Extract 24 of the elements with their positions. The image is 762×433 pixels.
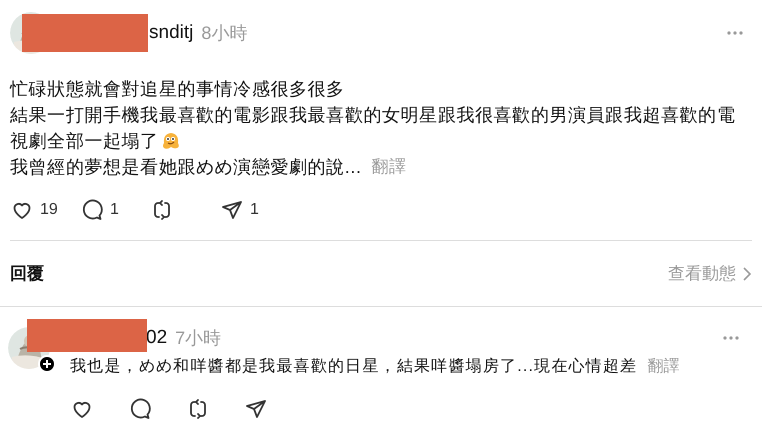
username[interactable]: 02 xyxy=(146,324,168,352)
chevron-right-icon xyxy=(742,266,752,280)
view-activity-link[interactable]: 查看動態 xyxy=(668,260,752,286)
action-count: 1 xyxy=(110,200,119,220)
reply-time: 7小時 xyxy=(175,326,222,350)
post-text-line: 視劇全部一起塌了 xyxy=(10,130,159,153)
post-text-line: 忙碌狀態就會對追星的事情冷感很多很多 xyxy=(10,78,345,101)
action-count: 1 xyxy=(250,200,259,220)
translate-link[interactable]: 翻譯 xyxy=(372,154,407,180)
more-options-icon[interactable] xyxy=(726,30,744,36)
post-time: 8小時 xyxy=(201,22,248,44)
send-icon[interactable] xyxy=(220,198,244,222)
comment-icon[interactable] xyxy=(80,198,104,222)
send-icon[interactable] xyxy=(244,397,268,421)
reply-text: 我也是，めめ和咩醬都是我最喜歡的日星，結果咩醬塌房了...現在心情超差 xyxy=(70,356,638,377)
follow-plus-icon[interactable] xyxy=(38,355,56,373)
more-options-icon[interactable] xyxy=(722,335,740,341)
replies-heading: 回覆 xyxy=(10,262,44,285)
translate-link[interactable]: 翻譯 xyxy=(647,355,680,379)
post-text-line: 我曾經的夢想是看她跟めめ演戀愛劇的說... xyxy=(10,156,362,179)
post-text-line: 結果一打開手機我最喜歡的電影跟我最喜歡的女明星跟我很喜歡的男演員跟我超喜歡的電 xyxy=(10,104,736,127)
username[interactable]: snditj xyxy=(149,18,194,48)
comment-icon[interactable] xyxy=(128,397,152,421)
action-count: 19 xyxy=(40,200,58,220)
